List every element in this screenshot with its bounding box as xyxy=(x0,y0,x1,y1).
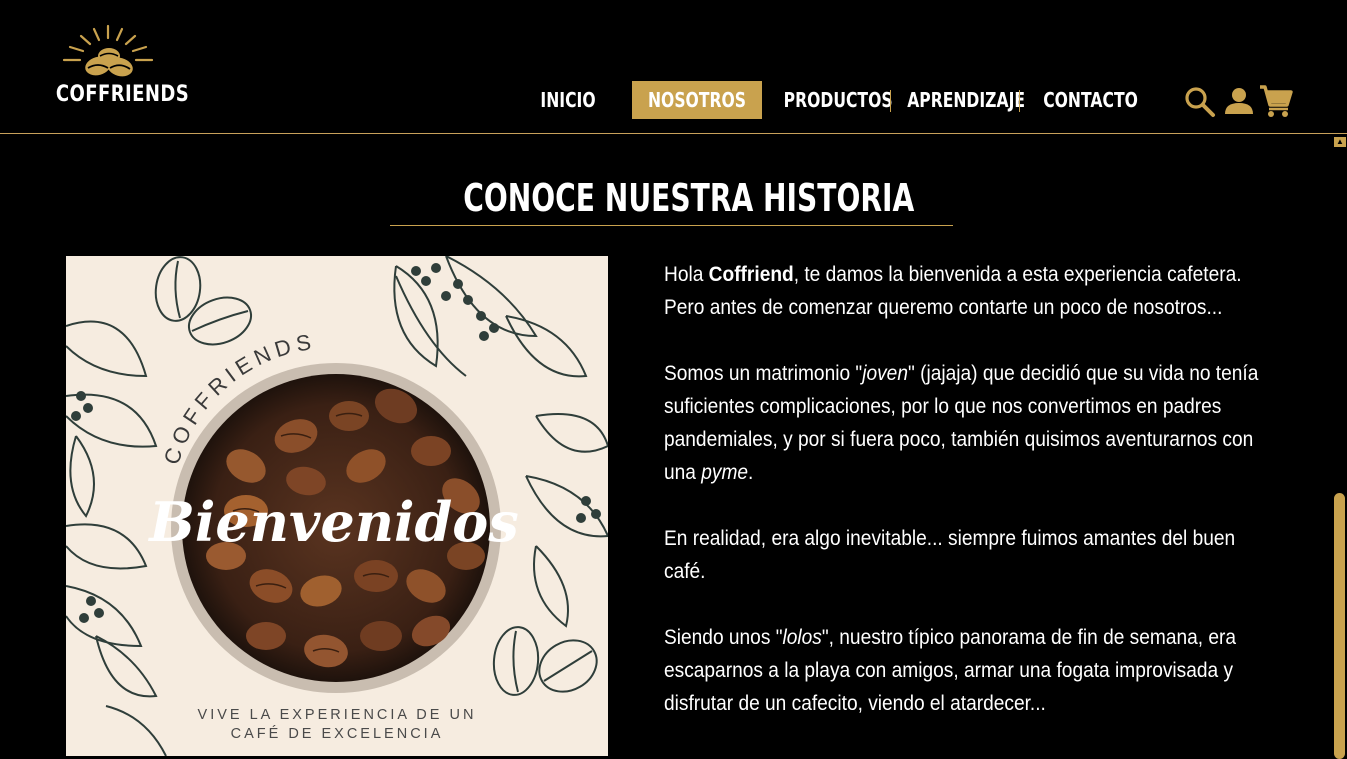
story-paragraph-3: En realidad, era algo inevitable... siem… xyxy=(664,526,1236,583)
section-title: CONOCE NUESTRA HISTORIA xyxy=(463,176,915,220)
nav-aprendizaje[interactable]: APRENDIZAJE xyxy=(907,81,1025,119)
brand-logo[interactable]: COFFRIENDS xyxy=(40,22,190,114)
story-text: Hola Coffriend, te damos la bienvenida a… xyxy=(664,258,1284,753)
title-underline xyxy=(390,225,953,226)
nav-nosotros[interactable]: NOSOTROS xyxy=(646,81,747,119)
scrollbar-up-arrow[interactable]: ▲ xyxy=(1334,137,1346,147)
site-header: COFFRIENDS INICIO NOSOTROS PRODUCTOS APR… xyxy=(0,0,1347,134)
hero-caption-line2: CAFÉ DE EXCELENCIA xyxy=(230,726,444,742)
nav-contacto[interactable]: CONTACTO xyxy=(1043,81,1138,119)
welcome-image: COFFRIENDS Bienvenidos VIVE LA EXPERIENC… xyxy=(66,256,608,756)
nav-productos[interactable]: PRODUCTOS xyxy=(784,81,893,119)
story-paragraph-1: Hola Coffriend, te damos la bienvenida a… xyxy=(664,262,1242,319)
story-paragraph-4: Siendo unos "lolos", nuestro típico pano… xyxy=(664,625,1237,715)
user-icon[interactable] xyxy=(1224,86,1254,116)
nav-separator xyxy=(1019,90,1020,112)
nav-separator xyxy=(890,90,891,112)
hero-caption-line1: VIVE LA EXPERIENCIA DE UN xyxy=(197,707,477,723)
scrollbar-thumb[interactable] xyxy=(1334,493,1345,759)
cart-icon[interactable] xyxy=(1259,84,1293,118)
search-icon[interactable] xyxy=(1184,86,1216,118)
coffee-illustration: COFFRIENDS Bienvenidos xyxy=(66,256,608,756)
coffee-sun-logo-icon xyxy=(62,24,154,77)
hero-script-text: Bienvenidos xyxy=(147,490,518,554)
nav-inicio[interactable]: INICIO xyxy=(538,81,597,119)
brand-name: COFFRIENDS xyxy=(55,82,190,107)
story-paragraph-2: Somos un matrimonio "joven" (jajaja) que… xyxy=(664,361,1259,484)
